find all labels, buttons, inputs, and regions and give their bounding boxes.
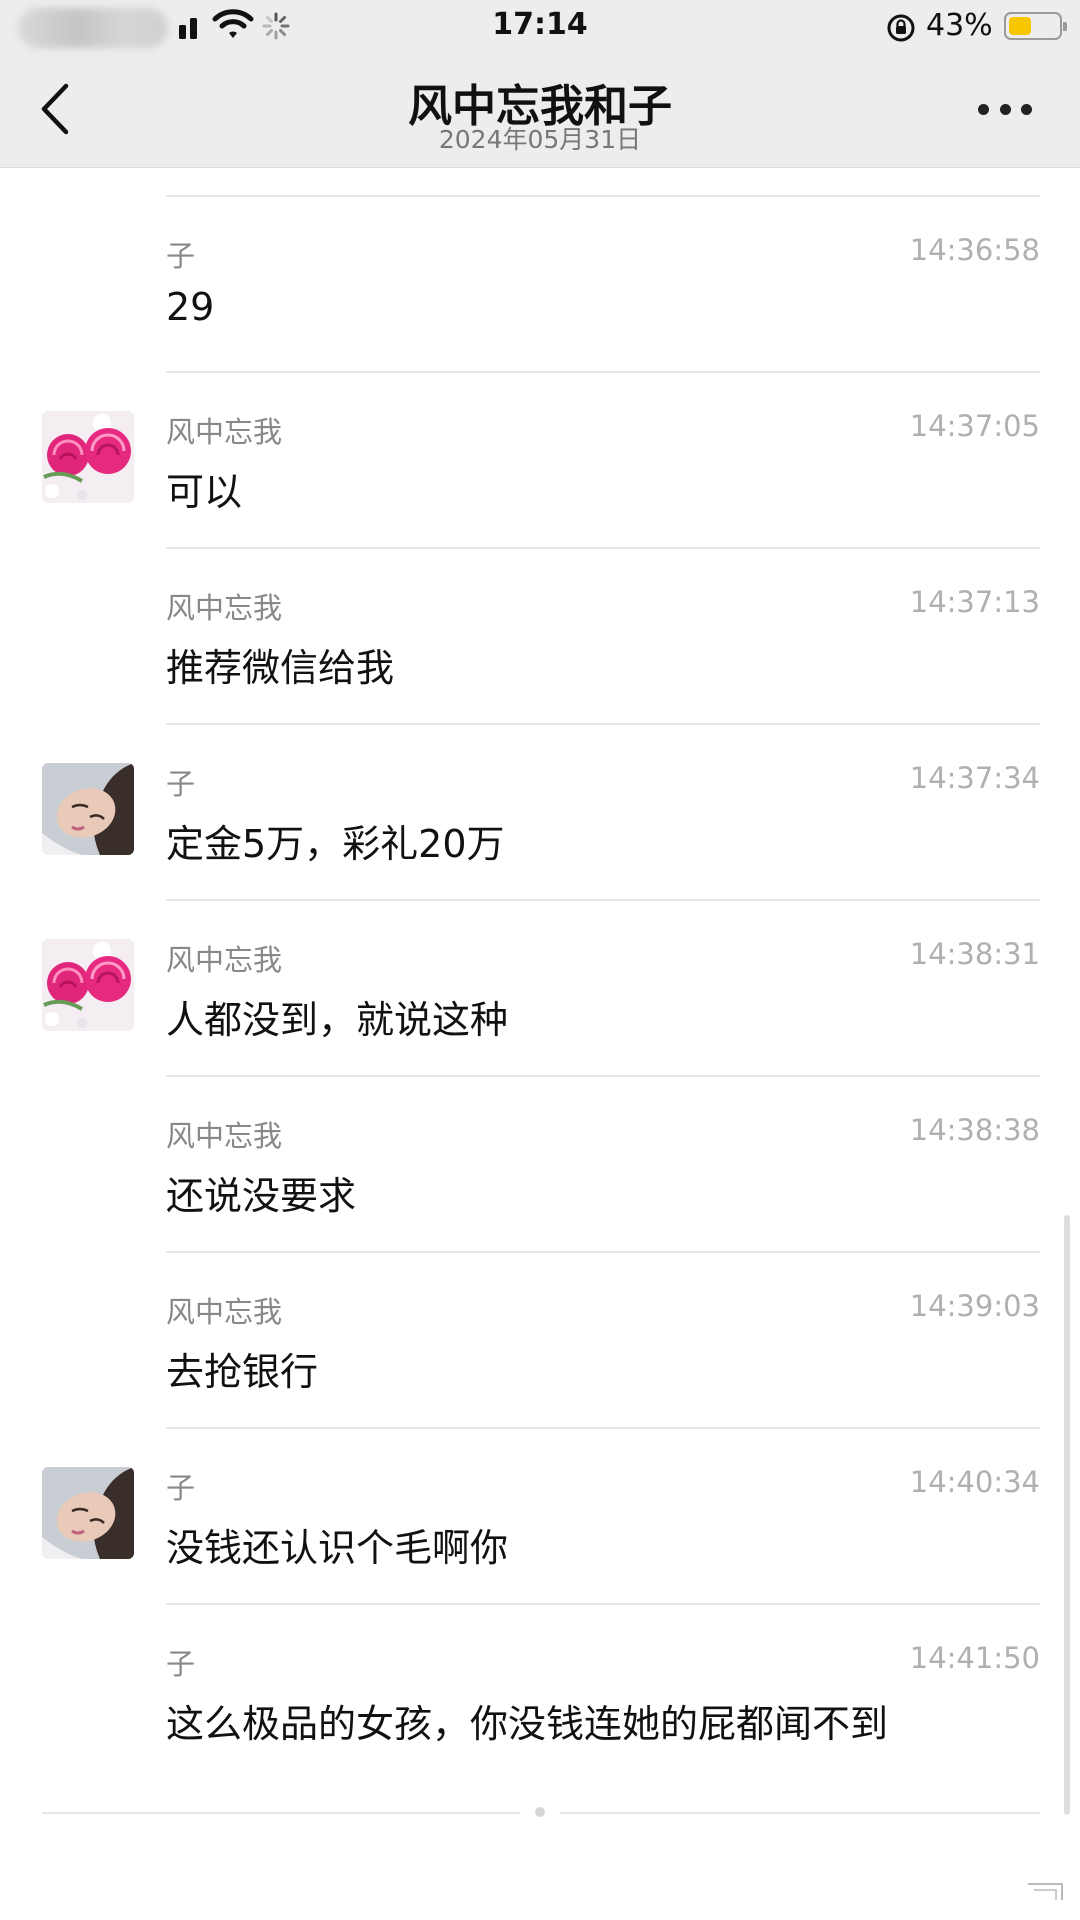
message-row[interactable]: 风中忘我 14:38:38 还说没要求	[166, 1075, 1040, 1251]
message-sender: 子	[166, 1471, 196, 1505]
roses-icon	[42, 411, 134, 503]
message-text: 推荐微信给我	[166, 646, 395, 690]
message-time: 14:37:05	[909, 409, 1040, 443]
avatar-portrait[interactable]	[42, 763, 134, 855]
message-time: 14:38:38	[909, 1113, 1040, 1147]
message-time: 14:38:31	[909, 937, 1040, 971]
portrait-icon	[42, 763, 134, 855]
battery-icon	[1004, 12, 1067, 40]
corner-handle-icon	[1028, 1883, 1063, 1900]
message-sender: 子	[166, 1647, 196, 1681]
list-end-dot	[535, 1807, 545, 1817]
message-row[interactable]: 子 14:41:50 这么极品的女孩，你没钱连她的屁都闻不到	[166, 1603, 1040, 1779]
avatar-roses[interactable]	[42, 411, 134, 503]
more-options-icon[interactable]	[978, 100, 1032, 118]
message-sender: 风中忘我	[166, 415, 283, 449]
message-text: 可以	[166, 470, 243, 514]
scroll-indicator[interactable]	[1064, 1215, 1070, 1815]
message-sender: 子	[166, 239, 196, 273]
message-text: 没钱还认识个毛啊你	[166, 1526, 509, 1570]
message-row[interactable]: 子 14:37:34 定金5万，彩礼20万	[42, 723, 1040, 899]
page-subtitle-date: 2024年05月31日	[438, 125, 642, 154]
list-end-divider	[42, 1812, 520, 1814]
message-sender: 风中忘我	[166, 1119, 283, 1153]
more-dot	[1021, 103, 1032, 115]
battery-level-fill	[1009, 17, 1031, 35]
message-row[interactable]: 风中忘我 14:38:31 人都没到，就说这种	[42, 899, 1040, 1075]
message-sender: 风中忘我	[166, 591, 283, 625]
message-row[interactable]: 风中忘我 14:37:05 可以	[42, 371, 1040, 547]
message-list[interactable]: 子 14:36:58 29 风中忘我 14:37:05 可以 风中忘我 14:3…	[0, 195, 1080, 1779]
avatar-roses[interactable]	[42, 939, 134, 1031]
message-text: 29	[166, 285, 215, 329]
message-row[interactable]: 子 14:36:58 29	[166, 195, 1040, 371]
message-text: 定金5万，彩礼20万	[166, 822, 505, 866]
roses-icon	[42, 939, 134, 1031]
message-text: 人都没到，就说这种	[166, 998, 509, 1042]
message-time: 14:41:50	[909, 1641, 1040, 1675]
more-dot	[978, 103, 989, 115]
message-sender: 子	[166, 767, 196, 801]
message-time: 14:37:13	[909, 585, 1040, 619]
rotation-lock-icon	[887, 14, 915, 42]
battery-percent: 43%	[926, 8, 993, 43]
more-dot	[999, 103, 1011, 115]
message-text: 这么极品的女孩，你没钱连她的屁都闻不到	[166, 1702, 889, 1746]
avatar-portrait[interactable]	[42, 1467, 134, 1559]
portrait-icon	[42, 1467, 134, 1559]
message-sender: 风中忘我	[166, 943, 283, 977]
message-time: 14:37:34	[909, 761, 1040, 795]
message-text: 还说没要求	[166, 1174, 357, 1218]
message-text: 去抢银行	[166, 1350, 319, 1394]
message-row[interactable]: 风中忘我 14:39:03 去抢银行	[166, 1251, 1040, 1427]
message-time: 14:36:58	[909, 233, 1040, 267]
message-sender: 风中忘我	[166, 1295, 283, 1329]
status-time: 17:14	[492, 7, 588, 42]
message-row[interactable]: 子 14:40:34 没钱还认识个毛啊你	[42, 1427, 1040, 1603]
list-end-divider	[560, 1812, 1040, 1814]
top-bar: 17:14 43% 风中忘我和子 2024年05月31日	[0, 0, 1080, 168]
message-time: 14:40:34	[909, 1465, 1040, 1499]
message-row[interactable]: 风中忘我 14:37:13 推荐微信给我	[166, 547, 1040, 723]
message-time: 14:39:03	[909, 1289, 1040, 1323]
chat-history-screen: 17:14 43% 风中忘我和子 2024年05月31日 子 14:36:58 …	[0, 0, 1080, 1920]
